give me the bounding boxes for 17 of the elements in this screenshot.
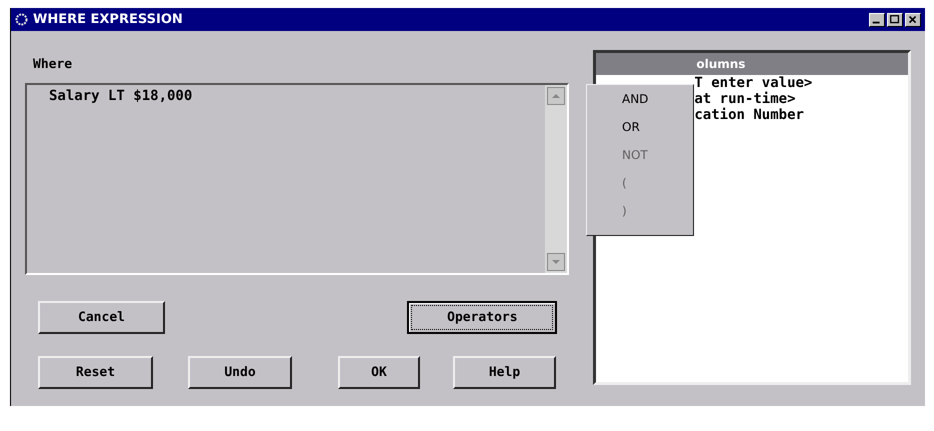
dialog-button[interactable]: Operators [407,301,558,334]
menu-item[interactable]: OR [622,119,640,136]
dialog-button[interactable]: Undo [188,356,292,389]
menu-item[interactable]: AND [622,91,648,108]
expression-box[interactable]: Salary LT $18,000 [25,83,570,275]
where-label: Where [33,57,74,74]
close-icon[interactable] [905,12,921,26]
dialog-button[interactable]: Reset [38,356,153,389]
app-icon [15,13,28,26]
list-item[interactable]: T enter value> [596,75,908,91]
minimize-icon[interactable] [869,12,885,26]
list-header: olumns [596,53,908,75]
window-title: WHERE EXPRESSION [33,12,183,27]
maximize-icon[interactable] [887,12,903,26]
dialog-button[interactable]: Help [453,356,556,389]
dialog-button[interactable]: OK [338,356,420,389]
dialog-button[interactable]: Cancel [38,301,165,334]
